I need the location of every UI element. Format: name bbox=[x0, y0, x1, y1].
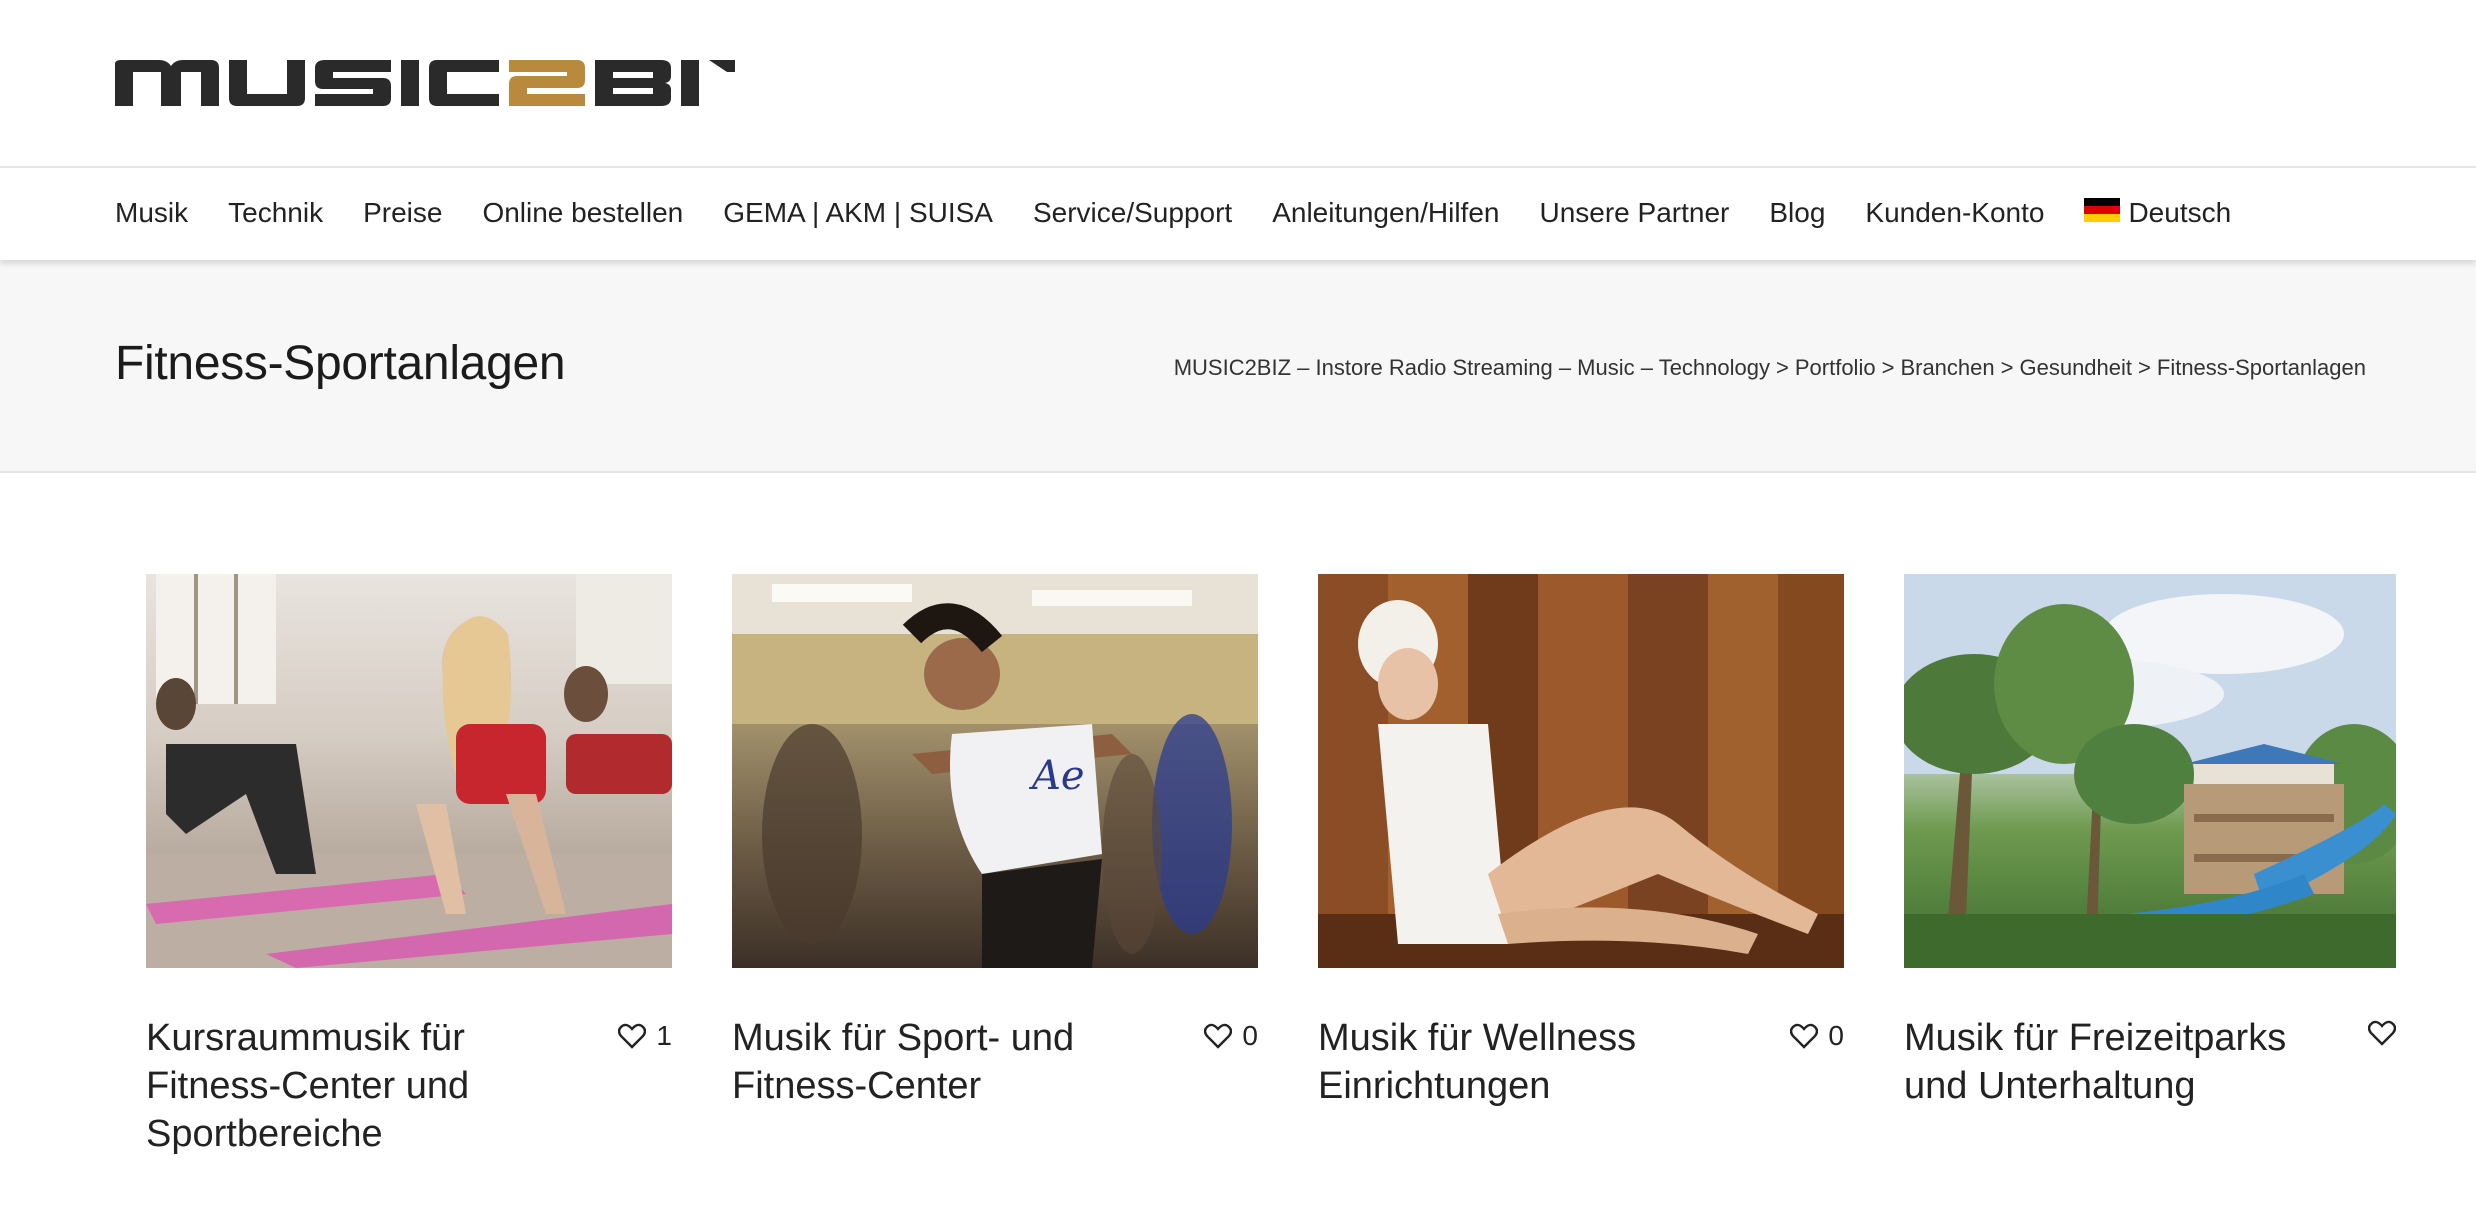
page-title: Fitness-Sportanlagen bbox=[115, 337, 566, 390]
portfolio-title-link[interactable]: Musik für Freizeitparks und Unterhaltung bbox=[1904, 1014, 2344, 1110]
breadcrumb-gesundheit[interactable]: Gesundheit bbox=[2019, 355, 2132, 380]
portfolio-item: Kursraummusik für Fitness-Center und Spo… bbox=[146, 574, 672, 1155]
portfolio-image-sauna[interactable] bbox=[1318, 574, 1844, 968]
portfolio-item: Musik für Freizeitparks und Unterhaltung bbox=[1904, 574, 2396, 1107]
breadcrumb-current: Fitness-Sportanlagen bbox=[2156, 355, 2366, 380]
breadcrumb-home[interactable]: MUSIC2BIZ – Instore Radio Streaming – Mu… bbox=[1174, 355, 1770, 380]
flag-de-icon bbox=[2084, 198, 2121, 222]
fitness-dancer-image: Ae bbox=[732, 574, 1258, 968]
nav-item-anleitungen[interactable]: Anleitungen/Hilfen bbox=[1272, 197, 1499, 229]
heart-icon bbox=[1790, 1023, 1819, 1049]
portfolio-title-link[interactable]: Musik für Wellness Einrichtungen bbox=[1318, 1014, 1768, 1110]
language-label: Deutsch bbox=[2128, 197, 2232, 228]
main-navigation: Musik Technik Preise Online bestellen GE… bbox=[0, 166, 2476, 260]
nav-item-technik[interactable]: Technik bbox=[228, 197, 323, 229]
music2biz-logo[interactable] bbox=[115, 58, 735, 110]
heart-icon bbox=[618, 1023, 647, 1049]
like-count: 1 bbox=[656, 1020, 672, 1051]
nav-item-kunden-konto[interactable]: Kunden-Konto bbox=[1865, 197, 2044, 229]
nav-item-preise[interactable]: Preise bbox=[363, 197, 442, 229]
nav-item-online-bestellen[interactable]: Online bestellen bbox=[482, 197, 683, 229]
nav-item-service-support[interactable]: Service/Support bbox=[1033, 197, 1232, 229]
like-count: 0 bbox=[1242, 1020, 1258, 1051]
site-header bbox=[0, 0, 2476, 166]
breadcrumb-portfolio[interactable]: Portfolio bbox=[1795, 355, 1876, 380]
sauna-woman-image bbox=[1318, 574, 1844, 968]
breadcrumb-separator: > bbox=[1776, 355, 1789, 380]
nav-menu: Musik Technik Preise Online bestellen GE… bbox=[0, 168, 2476, 258]
portfolio-grid: Kursraummusik für Fitness-Center und Spo… bbox=[0, 574, 2476, 1232]
like-count: 0 bbox=[1828, 1020, 1844, 1051]
like-button[interactable]: 1 bbox=[618, 1020, 672, 1052]
portfolio-image-dancer[interactable]: Ae bbox=[732, 574, 1258, 968]
nav-item-musik[interactable]: Musik bbox=[115, 197, 188, 229]
waterpark-image bbox=[1904, 574, 2396, 968]
nav-item-unsere-partner[interactable]: Unsere Partner bbox=[1539, 197, 1729, 229]
nav-item-language[interactable]: Deutsch bbox=[2084, 197, 2231, 229]
portfolio-item: Musik für Wellness Einrichtungen 0 bbox=[1318, 574, 1844, 1107]
portfolio-image-yoga[interactable] bbox=[146, 574, 672, 968]
svg-text:Ae: Ae bbox=[1028, 753, 1085, 799]
heart-icon bbox=[1204, 1023, 1233, 1049]
like-button[interactable] bbox=[2368, 1020, 2406, 1046]
breadcrumb-separator: > bbox=[2138, 355, 2151, 380]
heart-icon bbox=[2368, 1020, 2396, 1046]
breadcrumb-separator: > bbox=[1881, 355, 1895, 380]
yoga-class-image bbox=[146, 574, 672, 968]
like-button[interactable]: 0 bbox=[1790, 1020, 1844, 1052]
like-button[interactable]: 0 bbox=[1204, 1020, 1258, 1052]
breadcrumb-separator: > bbox=[2000, 355, 2014, 380]
page-title-bar: Fitness-Sportanlagen MUSIC2BIZ – Instore… bbox=[0, 260, 2476, 473]
nav-item-blog[interactable]: Blog bbox=[1769, 197, 1825, 229]
portfolio-item: Ae Musik für Sport- und Fitness-Center 0 bbox=[732, 574, 1258, 1107]
portfolio-title-link[interactable]: Kursraummusik für Fitness-Center und Spo… bbox=[146, 1014, 596, 1158]
nav-item-gema[interactable]: GEMA | AKM | SUISA bbox=[723, 197, 993, 229]
breadcrumb-branchen[interactable]: Branchen bbox=[1900, 355, 1994, 380]
portfolio-image-waterpark[interactable] bbox=[1904, 574, 2396, 968]
breadcrumb: MUSIC2BIZ – Instore Radio Streaming – Mu… bbox=[1174, 355, 2366, 381]
portfolio-title-link[interactable]: Musik für Sport- und Fitness-Center bbox=[732, 1014, 1182, 1110]
